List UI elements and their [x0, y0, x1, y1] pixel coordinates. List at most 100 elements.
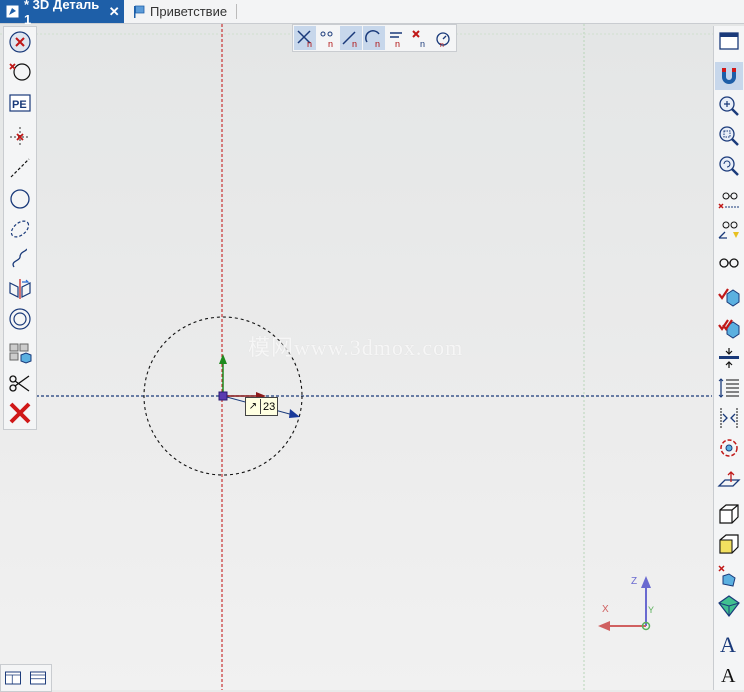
- zoom-window-icon: [719, 126, 739, 146]
- close-sketch-icon: [9, 402, 31, 424]
- snap-settings-button[interactable]: n: [432, 26, 454, 50]
- svg-text:n: n: [395, 39, 400, 48]
- svg-text:n: n: [440, 42, 444, 48]
- text-style-icon: A: [720, 632, 736, 656]
- svg-text:n: n: [307, 39, 312, 48]
- plane-button[interactable]: [715, 466, 743, 494]
- text-button[interactable]: A: [715, 660, 743, 688]
- rotate-icon: [720, 439, 738, 457]
- cut-shape-icon: [718, 565, 736, 587]
- plane-icon: [717, 471, 741, 487]
- point-icon: [10, 127, 30, 147]
- check-solid-multi-button[interactable]: [715, 314, 743, 342]
- shaded-solid-icon: [718, 595, 740, 617]
- distribute-icon: [720, 408, 738, 428]
- line-icon: [10, 158, 30, 178]
- svg-text:n: n: [420, 39, 425, 48]
- window-icon: [719, 32, 739, 50]
- snap-off-button[interactable]: n: [409, 26, 431, 50]
- text-style-button[interactable]: A: [715, 630, 743, 658]
- zoom-window-button[interactable]: [715, 122, 743, 150]
- ellipse-button[interactable]: [6, 215, 34, 243]
- view-glasses-button[interactable]: [715, 248, 743, 276]
- zoom-button[interactable]: [715, 92, 743, 120]
- hide-constraints-button[interactable]: [715, 186, 743, 214]
- line-button[interactable]: [6, 154, 34, 182]
- cut-shape-button[interactable]: [715, 562, 743, 590]
- show-dimensions-icon: [718, 221, 739, 239]
- spline-icon: [12, 248, 27, 268]
- distribute-button[interactable]: [715, 404, 743, 432]
- circle-icon: [10, 189, 30, 209]
- text-icon: A: [721, 665, 736, 686]
- check-solid-button[interactable]: [715, 284, 743, 312]
- align-icon: [719, 348, 739, 368]
- magnet-button[interactable]: [715, 62, 743, 90]
- offset-button[interactable]: [6, 305, 34, 333]
- radius-arrowhead: [289, 409, 300, 418]
- watermark-text: 模网www.3dmox.com: [248, 335, 464, 360]
- view-split-button[interactable]: [1, 665, 25, 691]
- snap-points-button[interactable]: n: [317, 26, 339, 50]
- view-grid-button[interactable]: [26, 665, 50, 691]
- cancel-button[interactable]: [6, 28, 34, 56]
- ellipse-icon: [10, 220, 30, 238]
- origin-point: [218, 391, 228, 401]
- close-sketch-button[interactable]: [6, 399, 34, 427]
- check-solid-icon: [718, 288, 740, 307]
- snap-settings-icon: n: [436, 32, 450, 48]
- svg-text:A: A: [720, 632, 736, 656]
- snap-off-icon: n: [412, 30, 425, 48]
- wireframe-cube-icon: [719, 504, 739, 524]
- snap-intersection-button[interactable]: n: [294, 26, 316, 50]
- view-toolbar: [0, 664, 52, 692]
- vertical-spacing-icon: [718, 378, 739, 398]
- snap-tangent-button[interactable]: n: [340, 26, 362, 50]
- snap-toolbar: n n n n n n n: [292, 24, 457, 52]
- shaded-face-button[interactable]: [715, 530, 743, 558]
- cancel-icon: [9, 31, 31, 53]
- snap-tangent-icon: n: [342, 31, 357, 48]
- point-button[interactable]: [6, 123, 34, 151]
- svg-text:n: n: [352, 39, 357, 48]
- delete-point-icon: [9, 63, 31, 81]
- zoom-previous-icon: [719, 156, 739, 176]
- zoom-icon: [719, 96, 739, 116]
- concentric-circles-icon: [9, 308, 31, 330]
- parametric-mode-button[interactable]: PE: [6, 89, 34, 117]
- triad-y-label: Y: [648, 605, 654, 615]
- triad-x-arrowhead: [598, 621, 610, 631]
- wireframe-button[interactable]: [715, 500, 743, 528]
- align-button[interactable]: [715, 344, 743, 372]
- scissors-button[interactable]: [6, 369, 34, 397]
- rotate-button[interactable]: [715, 434, 743, 462]
- delete-point-button[interactable]: [6, 58, 34, 86]
- library-button[interactable]: [6, 339, 34, 367]
- mirror-button[interactable]: [6, 275, 34, 303]
- snap-arc-icon: n: [365, 30, 380, 48]
- shaded-solid-button[interactable]: [715, 592, 743, 620]
- triad-x-label: X: [602, 604, 609, 615]
- vertical-spacing-button[interactable]: [715, 374, 743, 402]
- view-split-icon: [5, 671, 21, 685]
- svg-text:PE: PE: [12, 99, 27, 111]
- dimension-arrow-icon: ↗: [246, 399, 261, 414]
- snap-align-button[interactable]: n: [386, 26, 408, 50]
- scissors-icon: [9, 375, 30, 392]
- check-solid-multi-icon: [718, 319, 740, 339]
- snap-arc-button[interactable]: n: [363, 26, 385, 50]
- svg-text:A: A: [721, 665, 736, 686]
- triad-z-label: Z: [631, 576, 637, 587]
- shaded-face-icon: [719, 534, 739, 554]
- library-icon: [9, 343, 32, 364]
- window-button[interactable]: [715, 27, 743, 55]
- view-glasses-icon: [719, 258, 739, 268]
- left-sketch-toolbar: PE: [3, 26, 37, 430]
- show-dimensions-button[interactable]: [715, 216, 743, 244]
- dimension-label[interactable]: ↗ 23: [245, 397, 278, 416]
- spline-button[interactable]: [6, 245, 34, 273]
- parametric-mode-icon: PE: [9, 94, 31, 112]
- zoom-previous-button[interactable]: [715, 152, 743, 180]
- hide-constraints-icon: [718, 192, 739, 209]
- circle-button[interactable]: [6, 185, 34, 213]
